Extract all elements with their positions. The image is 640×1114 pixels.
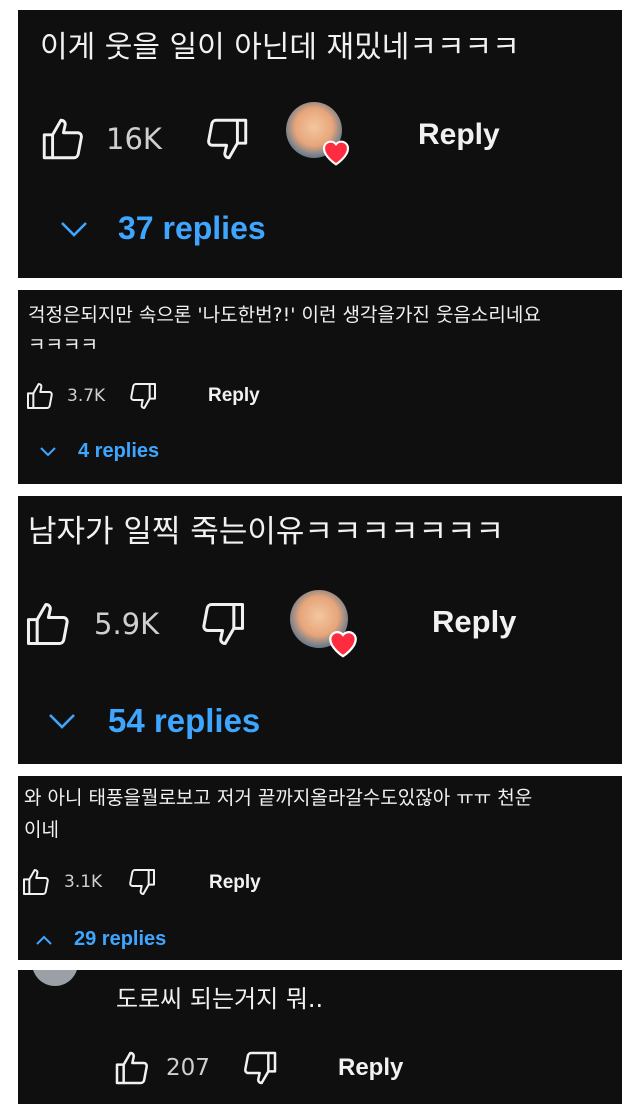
view-replies-button[interactable]: 29 replies xyxy=(34,928,166,951)
creator-avatar xyxy=(286,102,350,166)
comment-card-2: 걱정은되지만 속으론 '나도한번?!' 이런 생각을가진 웃음소리네요 ㅋㅋㅋㅋ… xyxy=(18,290,622,484)
comment-text: 도로씨 되는거지 뭐.. xyxy=(116,985,324,1013)
like-count: 3.7K xyxy=(67,386,106,406)
thumbs-up-icon[interactable] xyxy=(38,114,88,164)
comment-card-5: 도로씨 되는거지 뭐.. 207 Reply xyxy=(18,970,622,1104)
comment-text: 남자가 일찍 죽는이유ㅋㅋㅋㅋㅋㅋㅋ xyxy=(28,514,505,550)
heart-icon xyxy=(320,136,352,170)
comment-card-4: 와 아니 태풍을뭘로보고 저거 끝까지올라갈수도있잖아 ㅠㅠ 천운 이네 3.1… xyxy=(18,776,622,960)
reply-button[interactable]: Reply xyxy=(208,385,260,407)
comment-text: 와 아니 태풍을뭘로보고 저거 끝까지올라갈수도있잖아 ㅠㅠ 천운 이네 xyxy=(24,787,533,841)
chevron-down-icon xyxy=(38,444,58,460)
chevron-up-icon xyxy=(34,932,54,948)
view-replies-button[interactable]: 37 replies xyxy=(58,210,266,247)
reply-button[interactable]: Reply xyxy=(209,872,261,894)
thumbs-down-icon[interactable] xyxy=(127,380,159,412)
comment-card-1: 이게 웃을 일이 아닌데 재밌네ㅋㅋㅋㅋ 16K Reply 37 replie… xyxy=(18,10,622,278)
replies-label: 29 replies xyxy=(74,928,167,950)
chevron-down-icon xyxy=(46,709,78,733)
thumbs-down-icon[interactable] xyxy=(197,598,249,650)
thumbs-down-icon[interactable] xyxy=(240,1048,280,1088)
view-replies-button[interactable]: 4 replies xyxy=(38,440,159,463)
creator-avatar xyxy=(290,590,357,658)
replies-label: 4 replies xyxy=(78,440,160,462)
reply-button[interactable]: Reply xyxy=(432,604,516,640)
comment-card-3: 남자가 일찍 죽는이유ㅋㅋㅋㅋㅋㅋㅋ 5.9K Reply 54 replies xyxy=(18,496,622,764)
avatar xyxy=(32,970,78,986)
reply-button[interactable]: Reply xyxy=(338,1054,403,1082)
reply-button[interactable]: Reply xyxy=(418,118,500,152)
like-count: 207 xyxy=(166,1055,210,1081)
heart-icon xyxy=(326,626,360,662)
chevron-down-icon xyxy=(58,217,90,241)
thumbs-down-icon[interactable] xyxy=(202,114,252,164)
thumbs-up-icon[interactable] xyxy=(24,380,56,412)
thumbs-up-icon[interactable] xyxy=(112,1048,152,1088)
comment-text: 이게 웃을 일이 아닌데 재밌네ㅋㅋㅋㅋ xyxy=(40,30,520,65)
like-count: 5.9K xyxy=(94,607,160,641)
thumbs-up-icon[interactable] xyxy=(20,866,52,898)
thumbs-down-icon[interactable] xyxy=(126,866,158,898)
like-count: 16K xyxy=(106,122,162,156)
thumbs-up-icon[interactable] xyxy=(22,598,74,650)
replies-label: 37 replies xyxy=(118,210,266,246)
replies-label: 54 replies xyxy=(108,702,261,739)
comment-text: 걱정은되지만 속으론 '나도한번?!' 이런 생각을가진 웃음소리네요 ㅋㅋㅋㅋ xyxy=(28,304,541,356)
view-replies-button[interactable]: 54 replies xyxy=(46,702,260,740)
like-count: 3.1K xyxy=(64,872,103,892)
